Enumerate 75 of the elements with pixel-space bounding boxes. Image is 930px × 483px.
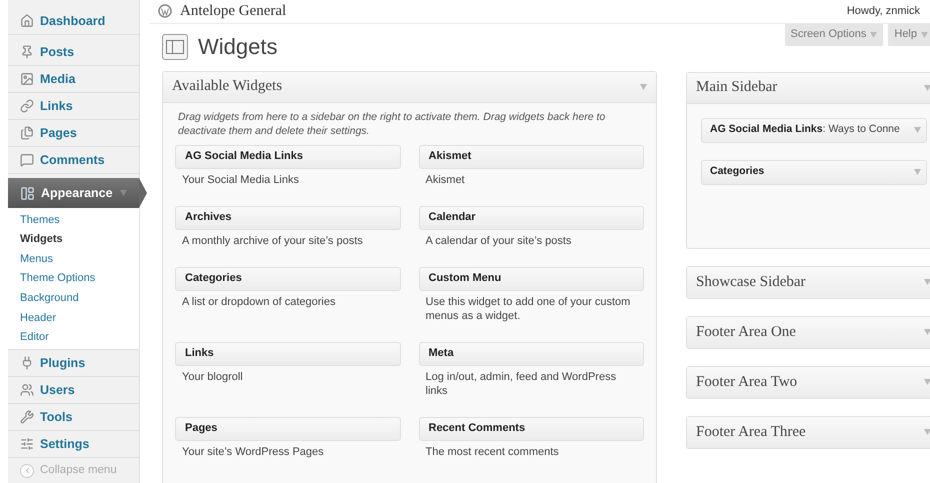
panel-description: Drag widgets from here to a sidebar on the right to activate them. Drag widgets back here to deactivate them and delete their settings. <box>177 110 606 138</box>
widget-description: Log in/out, admin, feed and WordPress links <box>424 370 618 398</box>
caret-icon <box>924 429 930 435</box>
site-title: Antelope General <box>180 2 286 21</box>
pointer-icon <box>139 178 147 208</box>
menu-item[interactable]: Links <box>8 93 139 120</box>
widget-card[interactable]: Links <box>175 342 400 366</box>
widget-card[interactable]: AG Social Media Links: Ways to Conne <box>701 118 927 142</box>
caret-icon <box>924 379 930 385</box>
menu-item[interactable]: Dashboard <box>8 8 139 35</box>
caret-icon <box>924 84 930 90</box>
image-icon <box>20 72 34 86</box>
settings-icon <box>20 437 34 452</box>
site-logo-icon <box>158 4 172 18</box>
widget-card[interactable]: Categories <box>175 266 400 290</box>
caret-icon <box>914 169 921 175</box>
widgets-page-icon <box>162 34 188 60</box>
widget-title: Categories <box>710 164 764 180</box>
menu-item[interactable]: Settings <box>8 431 139 458</box>
widget-description: A calendar of your site’s posts <box>424 234 572 248</box>
caret-icon <box>924 279 930 285</box>
menu-item[interactable]: Appearance <box>8 178 139 208</box>
widget-card[interactable]: Meta <box>418 342 644 366</box>
widget-title: AG Social Media Links: Ways to Conne <box>710 122 900 138</box>
submenu-item[interactable]: Theme Options <box>8 268 139 288</box>
house-icon <box>20 14 34 28</box>
layout-icon <box>20 186 35 200</box>
plug-icon <box>20 356 34 370</box>
pin-icon <box>20 45 34 59</box>
submenu-item[interactable]: Background <box>8 288 139 308</box>
panel-title: Available Widgets <box>172 77 282 96</box>
caret-icon <box>120 190 127 196</box>
menu-item[interactable]: Media <box>8 66 139 93</box>
widget-card[interactable]: Recent Comments <box>418 416 644 440</box>
wrench-icon <box>20 410 34 424</box>
menu-item[interactable]: Pages <box>8 120 139 147</box>
widget-card[interactable]: Pages <box>175 416 400 440</box>
widget-card[interactable]: Custom Menu <box>418 266 644 290</box>
caret-icon <box>924 329 930 335</box>
submenu-item[interactable]: Menus <box>8 249 139 269</box>
collapse-icon <box>20 464 34 478</box>
pages-icon <box>20 126 34 140</box>
users-icon <box>20 383 34 398</box>
menu-item[interactable]: Plugins <box>8 350 139 378</box>
screen-options-button[interactable]: Screen Options <box>784 24 884 46</box>
submenu-item[interactable]: Editor <box>8 328 139 348</box>
greeting: Howdy, znmick <box>846 4 920 19</box>
widget-card[interactable]: Calendar <box>418 206 644 230</box>
widget-description: Your blogroll <box>181 370 244 384</box>
caret-icon <box>921 32 928 38</box>
submenu-item[interactable]: Header <box>8 308 139 328</box>
widget-description: Use this widget to add one of your custom menus as a widget. <box>424 294 632 322</box>
submenu-item[interactable]: Themes <box>8 210 139 230</box>
caret-icon <box>640 84 647 90</box>
caret-icon <box>914 127 921 133</box>
widget-description: The most recent comments <box>424 444 560 458</box>
caret-icon <box>870 32 878 38</box>
widget-description: A monthly archive of your site’s posts <box>181 234 364 248</box>
widget-card[interactable]: Akismet <box>418 144 644 168</box>
widget-description: Your site’s WordPress Pages <box>181 444 325 458</box>
widget-card[interactable]: Archives <box>175 206 400 230</box>
link-icon <box>20 99 34 113</box>
help-button[interactable]: Help <box>888 24 930 46</box>
widget-card[interactable]: AG Social Media Links <box>175 144 400 168</box>
menu-item[interactable]: Comments <box>8 147 139 174</box>
menu-item[interactable]: Users <box>8 377 139 404</box>
menu-item[interactable]: Tools <box>8 404 139 432</box>
submenu-item[interactable]: Widgets <box>8 230 139 250</box>
speech-bubble-icon <box>20 153 34 167</box>
widget-card[interactable]: Categories <box>701 160 927 184</box>
widget-description: Your Social Media Links <box>181 172 300 186</box>
page-title: Widgets <box>198 33 278 61</box>
widget-description: A list or dropdown of categories <box>181 294 336 308</box>
menu-item[interactable]: Posts <box>8 39 139 66</box>
widget-description: Akismet <box>424 172 466 186</box>
